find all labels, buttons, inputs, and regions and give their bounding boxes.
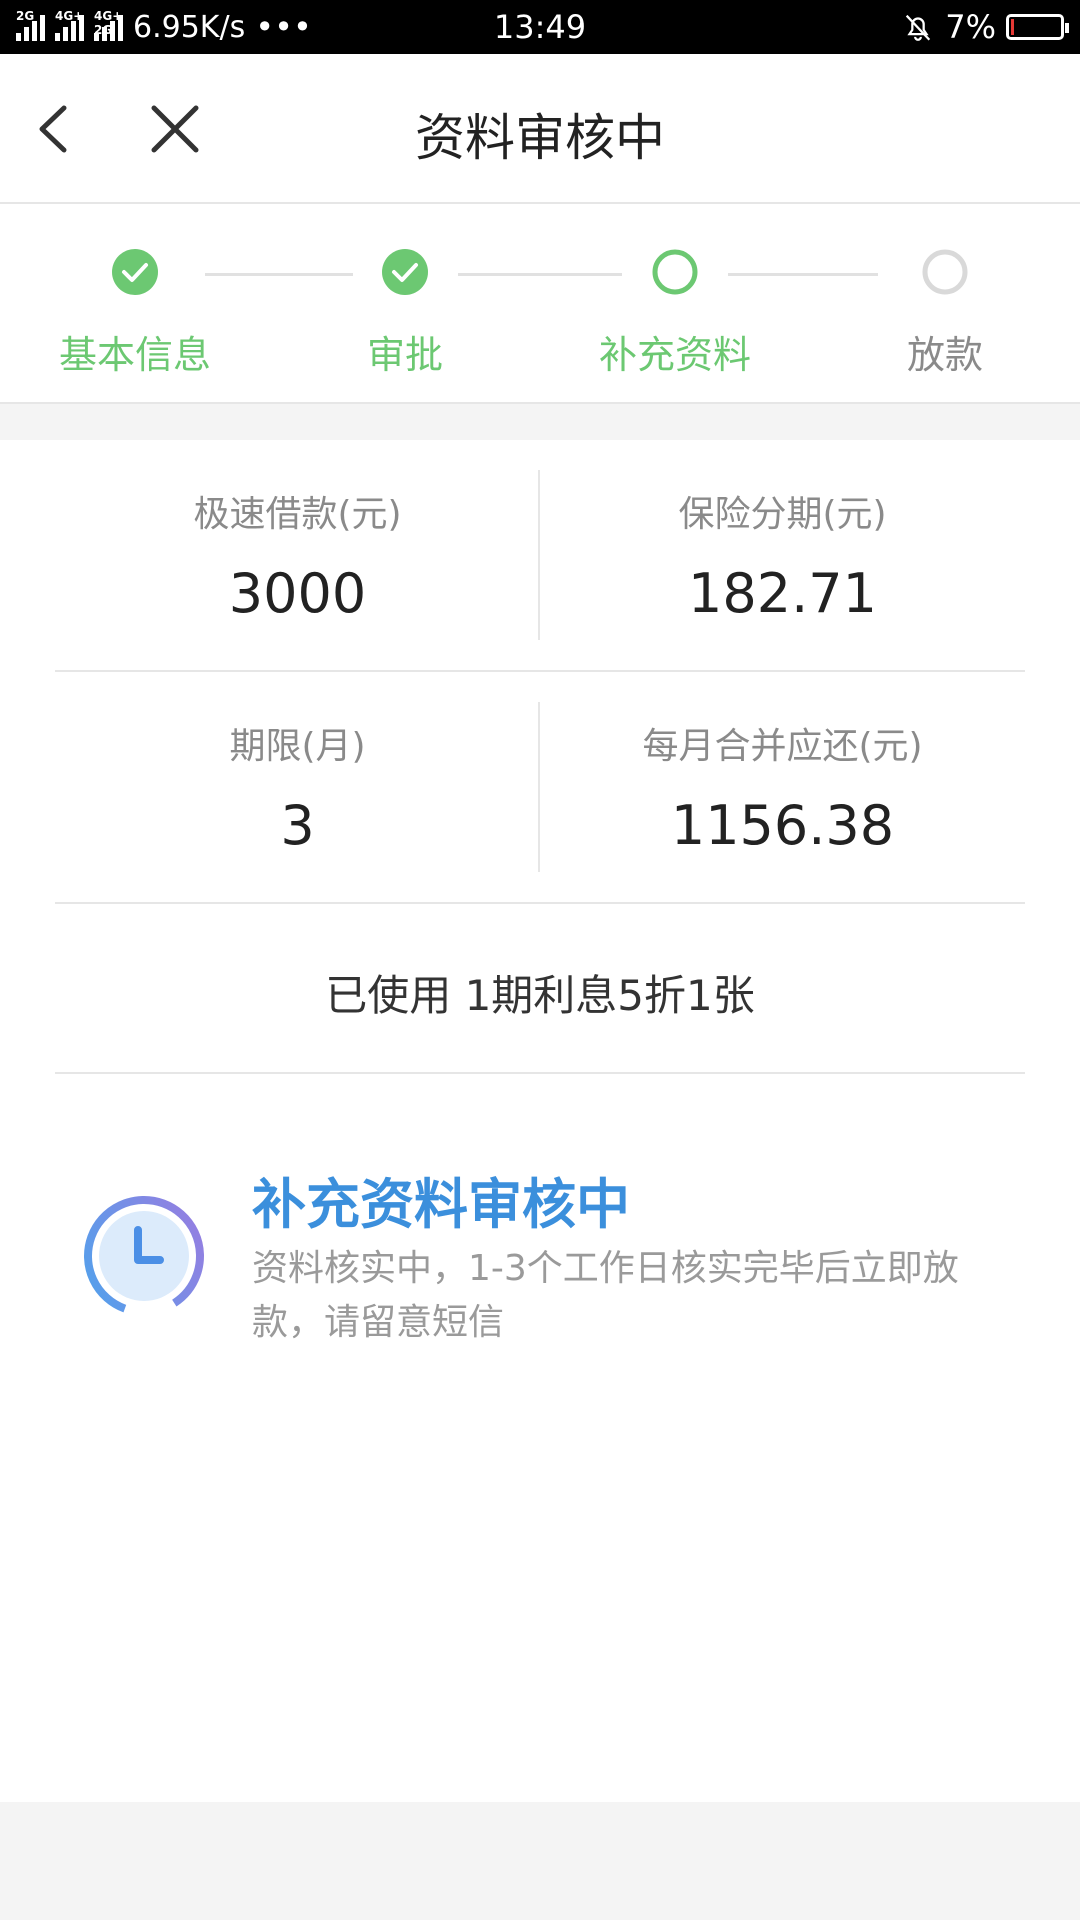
term-label: 期限(月) (229, 726, 366, 767)
more-dots: ••• (255, 8, 312, 46)
current-step-ring-icon (652, 249, 698, 295)
section-divider (0, 404, 1080, 440)
network-type: 4G+ 2G (94, 9, 123, 37)
monthly-payment-value: 1156.38 (670, 794, 895, 857)
loan-amount-value: 3000 (228, 562, 367, 625)
loan-amount-cell: 极速借款(元) 3000 (55, 440, 540, 670)
review-title: 补充资料审核中 (252, 1173, 630, 1236)
progress-steps: 基本信息 审批 补充资料 放款 (0, 204, 1080, 404)
check-circle-icon (382, 249, 428, 295)
status-bar: 2G 4G+ 4G+ 2G 6.95K/s ••• 13:49 7% (0, 0, 1080, 54)
clock-icon (84, 1196, 204, 1316)
summary-row: 极速借款(元) 3000 保险分期(元) 182.71 (55, 440, 1025, 672)
network-speed: 6.95K/s (133, 9, 246, 45)
term-value: 3 (280, 794, 315, 857)
battery-icon (1006, 14, 1069, 40)
step-label: 放款 (906, 333, 983, 377)
step-connector (205, 273, 353, 276)
coupon-text: 已使用 1期利息5折1张 (325, 971, 755, 1020)
review-description: 资料核实中，1-3个工作日核实完毕后立即放款，请留意短信 (252, 1248, 959, 1343)
network-type: 2G (16, 9, 35, 23)
bell-mute-icon (906, 14, 931, 41)
battery-percent: 7% (945, 8, 996, 46)
step-label: 审批 (366, 333, 443, 377)
term-cell: 期限(月) 3 (55, 672, 540, 902)
loan-amount-label: 极速借款(元) (193, 494, 402, 535)
step-connector (458, 273, 622, 276)
signal-icon: 4G+ 2G (94, 9, 123, 41)
page-title: 资料审核中 (415, 109, 665, 167)
bottom-area (0, 1802, 1080, 1920)
step-label: 补充资料 (598, 333, 751, 377)
loan-summary: 极速借款(元) 3000 保险分期(元) 182.71 期限(月) 3 每月合并… (55, 440, 1025, 904)
review-status: 补充资料审核中 资料核实中，1-3个工作日核实完毕后立即放款，请留意短信 (0, 1110, 1080, 1370)
step-connector (728, 273, 878, 276)
monthly-payment-cell: 每月合并应还(元) 1156.38 (540, 672, 1025, 902)
nav-header: 资料审核中 (0, 54, 1080, 204)
check-circle-icon (112, 249, 158, 295)
insurance-value: 182.71 (688, 562, 877, 625)
network-type: 4G+ (55, 9, 84, 23)
insurance-cell: 保险分期(元) 182.71 (540, 440, 1025, 670)
coupon-info: 已使用 1期利息5折1张 (55, 904, 1025, 1074)
pending-step-ring-icon (922, 249, 968, 295)
signal-icon: 2G (16, 9, 45, 41)
step-label: 基本信息 (58, 333, 211, 377)
summary-row: 期限(月) 3 每月合并应还(元) 1156.38 (55, 672, 1025, 904)
insurance-label: 保险分期(元) (678, 494, 887, 535)
signal-icon: 4G+ (55, 9, 84, 41)
monthly-payment-label: 每月合并应还(元) (642, 726, 923, 767)
